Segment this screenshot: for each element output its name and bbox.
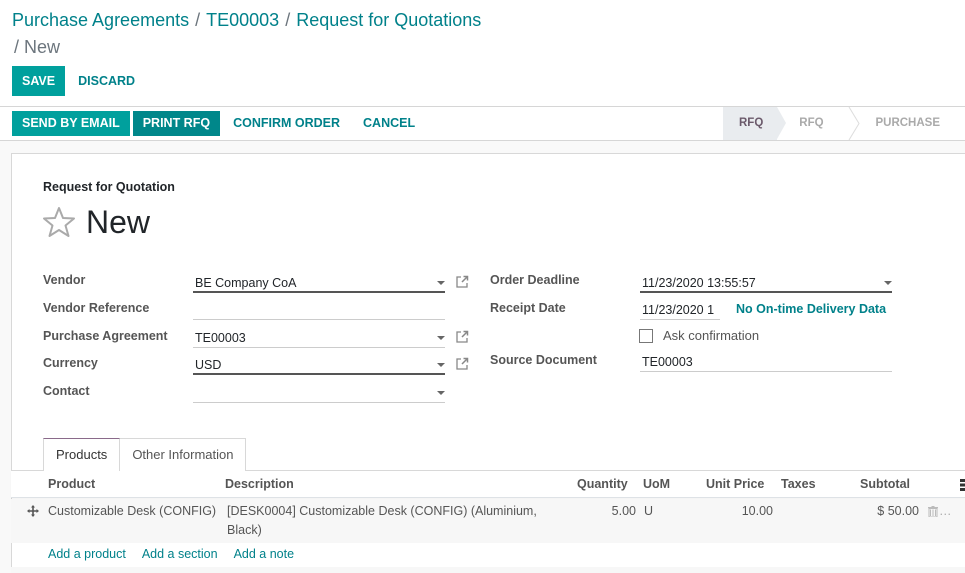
tab-products[interactable]: Products bbox=[43, 438, 121, 471]
receipt-date-label: Receipt Date bbox=[490, 301, 566, 315]
chevron-down-icon[interactable] bbox=[437, 336, 445, 340]
source-document-field[interactable]: TE00003 bbox=[640, 350, 892, 372]
add-section-link[interactable]: Add a section bbox=[142, 547, 218, 561]
vendor-label: Vendor bbox=[43, 273, 86, 287]
line-unit-price: 10.00 bbox=[741, 504, 773, 518]
receipt-date-value: 11/23/2020 1 bbox=[642, 303, 715, 317]
status-stages: RFQ RFQ SENT PURCHASE ORDER bbox=[723, 107, 965, 162]
contact-field[interactable] bbox=[193, 381, 445, 403]
breadcrumb-separator: / bbox=[14, 37, 20, 57]
chevron-down-icon[interactable] bbox=[437, 281, 445, 285]
currency-value: USD bbox=[195, 358, 222, 372]
column-uom[interactable]: UoM bbox=[643, 477, 670, 491]
notebook-tabs: Products Other Information bbox=[43, 438, 247, 471]
stage-rfq[interactable]: RFQ bbox=[723, 107, 787, 140]
line-description-2: Black) bbox=[227, 523, 262, 537]
purchase-agreement-value: TE00003 bbox=[195, 331, 246, 345]
statusbar-actions: SEND BY EMAIL PRINT RFQ CONFIRM ORDER CA… bbox=[12, 111, 425, 136]
list-footer bbox=[11, 567, 965, 573]
line-product: Customizable Desk (CONFIG) bbox=[48, 504, 217, 518]
line-description-1: [DESK0004] Customizable Desk (CONFIG) (A… bbox=[227, 504, 537, 518]
add-line-links: Add a product Add a section Add a note bbox=[48, 547, 294, 561]
stage-rfq-sent[interactable]: RFQ SENT bbox=[777, 107, 861, 162]
stage-arrow bbox=[849, 107, 861, 140]
vendor-reference-field[interactable] bbox=[193, 298, 445, 320]
ellipsis-icon: … bbox=[939, 504, 952, 518]
form-title-row: New bbox=[42, 202, 150, 242]
external-link-icon[interactable] bbox=[455, 330, 469, 344]
vendor-field[interactable]: BE Company CoA bbox=[193, 271, 445, 293]
currency-field[interactable]: USD bbox=[193, 353, 445, 375]
add-note-link[interactable]: Add a note bbox=[234, 547, 294, 561]
breadcrumb-separator: / bbox=[195, 10, 201, 30]
chevron-down-icon[interactable] bbox=[884, 281, 892, 285]
receipt-date-field[interactable]: 11/23/2020 1 bbox=[640, 298, 720, 320]
stage-label: RFQ bbox=[739, 117, 764, 129]
column-subtotal[interactable]: Subtotal bbox=[860, 477, 910, 491]
confirm-order-button[interactable]: CONFIRM ORDER bbox=[223, 111, 350, 136]
source-document-label: Source Document bbox=[490, 353, 597, 367]
column-options-icon[interactable] bbox=[960, 479, 965, 491]
star-icon[interactable] bbox=[42, 205, 76, 239]
column-taxes[interactable]: Taxes bbox=[781, 477, 816, 491]
control-panel: Purchase Agreements / TE00003/Request for … bbox=[0, 0, 965, 106]
save-button[interactable]: SAVE bbox=[12, 66, 66, 96]
order-lines-header: Product Description Quantity UoM Unit Pr… bbox=[11, 471, 965, 498]
breadcrumb-current: / New bbox=[14, 36, 60, 58]
order-line-row[interactable]: Customizable Desk (CONFIG) [DESK0004] Cu… bbox=[11, 499, 965, 543]
order-deadline-field[interactable]: 11/23/2020 13:55:57 bbox=[640, 271, 892, 293]
form-title: New bbox=[86, 204, 151, 240]
order-deadline-value: 11/23/2020 13:55:57 bbox=[642, 276, 756, 290]
chevron-down-icon[interactable] bbox=[437, 363, 445, 367]
print-rfq-button[interactable]: PRINT RFQ bbox=[132, 111, 221, 136]
add-product-link[interactable]: Add a product bbox=[48, 547, 126, 561]
column-unit-price[interactable]: Unit Price bbox=[706, 477, 764, 491]
source-document-value: TE00003 bbox=[642, 355, 693, 369]
stage-purchase-order[interactable]: PURCHASE ORDER bbox=[853, 107, 965, 162]
currency-label: Currency bbox=[43, 356, 98, 370]
breadcrumb-current-label: New bbox=[24, 37, 61, 57]
chevron-down-icon[interactable] bbox=[437, 391, 445, 395]
vendor-value: BE Company CoA bbox=[195, 276, 297, 290]
breadcrumb-te00003[interactable]: TE00003 bbox=[206, 10, 279, 30]
vendor-reference-label: Vendor Reference bbox=[43, 301, 150, 315]
ask-confirmation-label: Ask confirmation bbox=[663, 328, 760, 343]
send-by-email-button[interactable]: SEND BY EMAIL bbox=[12, 111, 130, 136]
line-subtotal: $ 50.00 bbox=[877, 504, 919, 518]
stage-arrow bbox=[777, 107, 787, 139]
purchase-agreement-field[interactable]: TE00003 bbox=[193, 326, 445, 348]
form-subtitle: Request for Quotation bbox=[43, 180, 175, 194]
drag-handle-icon[interactable] bbox=[27, 505, 39, 517]
external-link-icon[interactable] bbox=[455, 275, 469, 289]
column-description[interactable]: Description bbox=[225, 477, 294, 491]
discard-button[interactable]: DISCARD bbox=[68, 66, 145, 96]
ask-confirmation-checkbox[interactable] bbox=[639, 329, 653, 343]
breadcrumb-separator: / bbox=[285, 10, 291, 30]
column-quantity[interactable]: Quantity bbox=[577, 477, 628, 491]
breadcrumb-purchase-agreements[interactable]: Purchase Agreements bbox=[12, 10, 189, 30]
cancel-button[interactable]: CANCEL bbox=[353, 111, 425, 136]
external-link-icon[interactable] bbox=[455, 357, 469, 371]
purchase-agreement-label: Purchase Agreement bbox=[43, 329, 168, 343]
ontime-delivery-link[interactable]: No On-time Delivery Data bbox=[736, 302, 886, 316]
column-product[interactable]: Product bbox=[48, 477, 95, 491]
breadcrumb-request-for-quotations[interactable]: Request for Quotations bbox=[296, 10, 481, 30]
contact-label: Contact bbox=[43, 384, 90, 398]
breadcrumb: Purchase Agreements / TE00003/Request for … bbox=[12, 9, 481, 31]
tab-other-information[interactable]: Other Information bbox=[120, 438, 247, 471]
order-deadline-label: Order Deadline bbox=[490, 273, 580, 287]
statusbar: SEND BY EMAIL PRINT RFQ CONFIRM ORDER CA… bbox=[0, 106, 965, 162]
trash-icon[interactable] bbox=[928, 506, 938, 517]
line-quantity: 5.00 bbox=[611, 504, 636, 518]
form-buttons: SAVE DISCARD bbox=[12, 66, 145, 96]
line-uom: U bbox=[644, 504, 654, 518]
